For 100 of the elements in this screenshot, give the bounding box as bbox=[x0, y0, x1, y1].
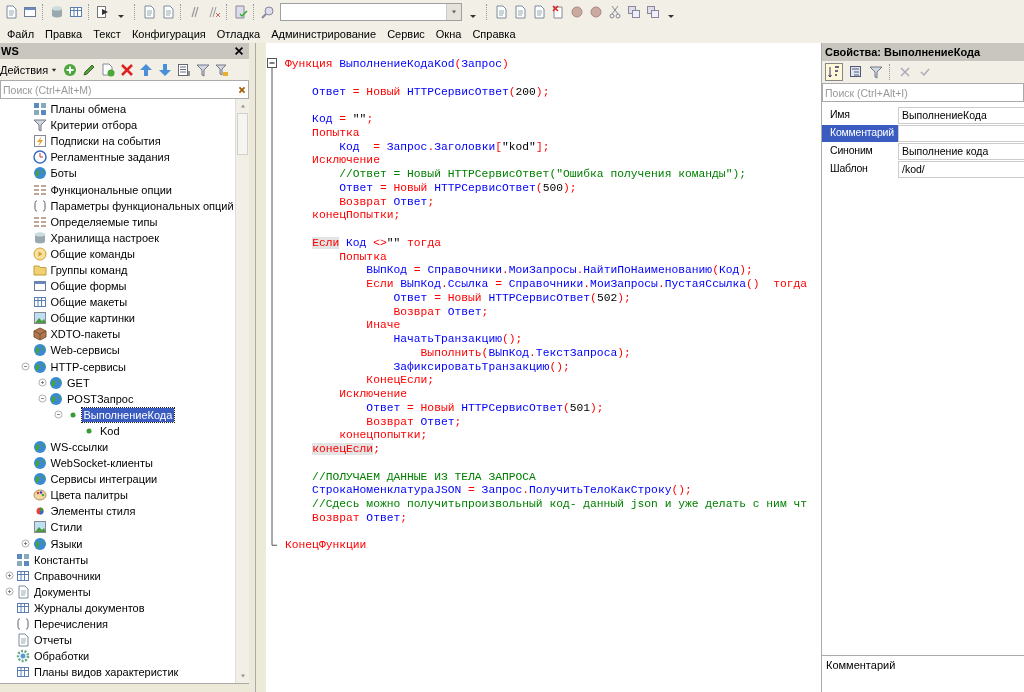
circle-icon[interactable] bbox=[589, 5, 603, 19]
tree-item[interactable]: Стили bbox=[48, 520, 85, 535]
code-editor[interactable] bbox=[255, 43, 821, 692]
funnel-icon[interactable] bbox=[215, 62, 230, 77]
menu-item[interactable]: Сервис bbox=[387, 27, 425, 40]
tree-item[interactable]: Определяемые типы bbox=[48, 214, 160, 229]
menu-item[interactable]: Конфигурация bbox=[131, 27, 206, 40]
tree-item[interactable]: Kod bbox=[98, 423, 122, 438]
play-icon[interactable] bbox=[96, 5, 110, 19]
tree-item[interactable]: Функциональные опции bbox=[48, 182, 174, 197]
windows-icon[interactable] bbox=[646, 5, 660, 19]
property-name[interactable]: Синоним bbox=[822, 143, 898, 160]
tree-item[interactable]: Элементы стиля bbox=[48, 504, 138, 519]
tree-item[interactable]: Планы обмена bbox=[48, 102, 129, 117]
tree-item[interactable]: Общие формы bbox=[48, 279, 129, 294]
tree-item[interactable]: POSTЗапрос bbox=[65, 391, 136, 406]
tree-item[interactable]: Константы bbox=[32, 552, 91, 567]
add-icon[interactable] bbox=[63, 62, 78, 77]
tree-item[interactable]: Справочники bbox=[32, 568, 103, 583]
tree-item[interactable]: HTTP-сервисы bbox=[48, 359, 128, 374]
tree-item[interactable]: Документы bbox=[32, 584, 93, 599]
property-name[interactable]: Комментарий bbox=[822, 125, 898, 142]
arrow-down-icon[interactable] bbox=[158, 62, 173, 77]
property-value-field[interactable] bbox=[898, 125, 1024, 142]
tree-item[interactable]: Перечисления bbox=[32, 617, 110, 632]
menu-item[interactable]: Окна bbox=[435, 27, 462, 40]
tree-item[interactable]: Боты bbox=[48, 166, 79, 181]
actions-menu[interactable]: Действия bbox=[0, 63, 59, 76]
delete-icon[interactable] bbox=[551, 5, 565, 19]
expand-icon[interactable] bbox=[36, 377, 48, 389]
windows-icon[interactable] bbox=[627, 5, 641, 19]
list-icon[interactable] bbox=[177, 62, 192, 77]
tree-item[interactable]: Критерии отбора bbox=[48, 118, 140, 133]
tree-item[interactable]: ВыполнениеКода bbox=[81, 407, 175, 422]
close-icon[interactable] bbox=[233, 45, 245, 57]
tree-item[interactable]: Сервисы интеграции bbox=[48, 472, 160, 487]
tree-item[interactable]: Цвета палитры bbox=[48, 488, 130, 503]
funnel-icon[interactable] bbox=[196, 62, 211, 77]
property-value-field[interactable]: /kod/ bbox=[898, 161, 1024, 178]
property-name[interactable]: Шаблон bbox=[822, 161, 898, 178]
document-icon[interactable] bbox=[532, 5, 546, 19]
tree-item[interactable]: Параметры функциональных опций bbox=[48, 198, 235, 213]
tree-list-icon[interactable] bbox=[849, 65, 863, 79]
document-check-icon[interactable] bbox=[234, 5, 248, 19]
tree-item[interactable]: WS-ссылки bbox=[48, 440, 111, 454]
collapse-icon[interactable] bbox=[20, 361, 31, 373]
funnel-icon[interactable] bbox=[869, 65, 883, 79]
search-input[interactable]: Поиск (Ctrl+Alt+M) bbox=[1, 83, 236, 96]
menu-item[interactable]: Правка bbox=[45, 27, 83, 40]
tree-item[interactable]: Общие команды bbox=[48, 246, 137, 261]
slashes-icon[interactable] bbox=[188, 5, 202, 19]
slashes-icon[interactable] bbox=[207, 5, 221, 19]
tree-item[interactable]: Хранилища настроек bbox=[48, 230, 161, 245]
document-icon[interactable] bbox=[494, 5, 508, 19]
property-value-field[interactable]: Выполнение кода bbox=[898, 143, 1024, 160]
search-field[interactable]: Поиск (Ctrl+Alt+M) bbox=[0, 80, 249, 99]
tree-item[interactable]: Общие картинки bbox=[48, 311, 137, 326]
circle-icon[interactable] bbox=[570, 5, 584, 19]
fold-bracket-icon[interactable] bbox=[266, 57, 278, 547]
tree-item[interactable]: Обработки bbox=[32, 649, 92, 664]
menu-item[interactable]: Файл bbox=[7, 27, 35, 40]
tree-item[interactable]: Web-сервисы bbox=[48, 343, 122, 358]
document-icon[interactable] bbox=[513, 5, 527, 19]
expand-icon[interactable] bbox=[20, 538, 31, 550]
document-icon[interactable] bbox=[4, 5, 18, 19]
window-icon[interactable] bbox=[23, 5, 37, 19]
menu-item[interactable]: Отладка bbox=[216, 27, 261, 40]
arrow-up-icon[interactable] bbox=[139, 62, 154, 77]
expand-icon[interactable] bbox=[3, 570, 15, 582]
database-icon[interactable] bbox=[50, 5, 64, 19]
document-icon[interactable] bbox=[142, 5, 156, 19]
scrollbar[interactable] bbox=[235, 99, 249, 683]
sort-icon[interactable] bbox=[827, 65, 841, 79]
property-name[interactable]: Имя bbox=[822, 107, 898, 124]
collapse-icon[interactable] bbox=[36, 393, 48, 405]
document-add-icon[interactable] bbox=[101, 62, 116, 77]
combo-box[interactable] bbox=[280, 3, 462, 21]
tree-item[interactable]: Отчеты bbox=[32, 633, 75, 648]
pencil-icon[interactable] bbox=[82, 62, 97, 77]
tree-item[interactable]: Журналы документов bbox=[32, 600, 147, 615]
document-icon[interactable] bbox=[161, 5, 175, 19]
tree-item[interactable]: Общие макеты bbox=[48, 295, 130, 310]
table-icon[interactable] bbox=[69, 5, 83, 19]
delete-icon[interactable] bbox=[120, 62, 135, 77]
tree-item[interactable]: XDTO-пакеты bbox=[48, 327, 123, 342]
menu-item[interactable]: Справка bbox=[472, 27, 516, 40]
tree-item[interactable]: GET bbox=[65, 375, 92, 390]
menu-item[interactable]: Текст bbox=[93, 27, 121, 40]
scrollbar-thumb[interactable] bbox=[237, 113, 248, 155]
tree-item[interactable]: Регламентные задания bbox=[48, 150, 172, 165]
menu-item[interactable]: Администрирование bbox=[271, 27, 377, 40]
search-icon[interactable] bbox=[261, 5, 275, 19]
tree-item[interactable]: Подписки на события bbox=[48, 134, 163, 149]
property-value-field[interactable]: ВыполнениеКода bbox=[898, 107, 1024, 124]
tree-item[interactable]: Планы видов характеристик bbox=[32, 665, 181, 680]
scissors-icon[interactable] bbox=[608, 5, 622, 19]
collapse-icon[interactable] bbox=[53, 409, 64, 421]
tree-item[interactable]: WebSocket-клиенты bbox=[48, 456, 155, 471]
tree-item[interactable]: Группы команд bbox=[48, 263, 130, 277]
expand-icon[interactable] bbox=[3, 586, 15, 598]
